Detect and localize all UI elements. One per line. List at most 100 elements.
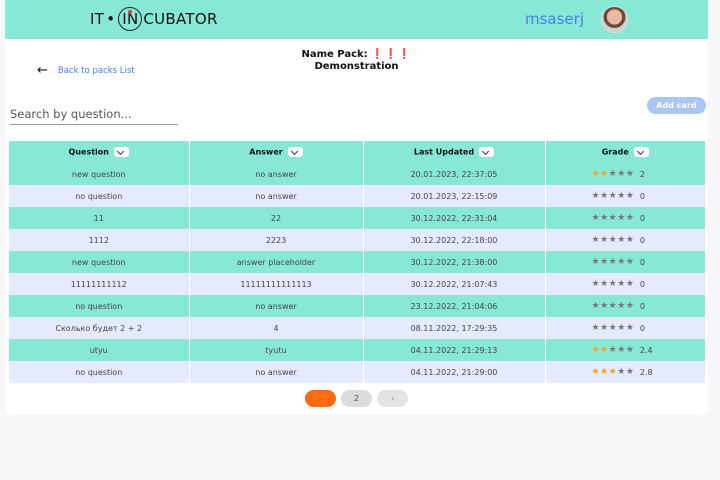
star-icon[interactable]: ★ — [609, 323, 617, 333]
star-icon[interactable]: ★ — [592, 345, 600, 355]
star-icon[interactable]: ★ — [600, 345, 608, 355]
star-icon[interactable]: ★ — [617, 301, 625, 311]
star-icon[interactable]: ★ — [592, 367, 600, 377]
sort-dropdown-icon[interactable] — [633, 147, 649, 157]
star-icon[interactable]: ★ — [617, 191, 625, 201]
star-icon[interactable]: ★ — [617, 169, 625, 179]
star-icon[interactable]: ★ — [626, 213, 634, 223]
star-icon[interactable]: ★ — [600, 191, 608, 201]
table-row[interactable]: utyu tyutu 04.11.2022, 21:29:13 ★ ★ ★ ★ ★ 2.4 — [9, 339, 705, 361]
star-icon[interactable]: ★ — [626, 279, 634, 289]
sort-dropdown-icon[interactable] — [287, 147, 303, 157]
column-header-question[interactable]: Question — [9, 141, 190, 163]
star-icon[interactable]: ★ — [609, 279, 617, 289]
star-icon[interactable]: ★ — [592, 301, 600, 311]
star-icon[interactable]: ★ — [626, 323, 634, 333]
star-icon[interactable]: ★ — [600, 169, 608, 179]
star-icon[interactable]: ★ — [600, 367, 608, 377]
column-header-last-updated[interactable]: Last Updated — [363, 141, 546, 163]
next-page-button[interactable]: › — [377, 390, 408, 407]
user-name[interactable]: msaserj — [525, 10, 584, 28]
table-row[interactable]: Сколько будет 2 + 2 4 08.11.2022, 17:29:35… — [9, 317, 705, 339]
star-icon[interactable]: ★ — [617, 213, 625, 223]
star-icon[interactable]: ★ — [609, 213, 617, 223]
star-icon[interactable]: ★ — [609, 235, 617, 245]
grade-stars[interactable]: ★ ★ ★ ★ ★ — [592, 235, 634, 245]
star-icon[interactable]: ★ — [600, 235, 608, 245]
star-icon[interactable]: ★ — [592, 279, 600, 289]
star-icon[interactable]: ★ — [617, 345, 625, 355]
column-header-label: Question — [68, 147, 109, 157]
star-icon[interactable]: ★ — [609, 169, 617, 179]
column-header-grade[interactable]: Grade — [545, 141, 705, 163]
star-icon[interactable]: ★ — [592, 257, 600, 267]
table-row[interactable]: no question no answer 04.11.2022, 21:29:00… — [9, 361, 705, 383]
star-icon[interactable]: ★ — [609, 301, 617, 311]
star-icon[interactable]: ★ — [626, 169, 634, 179]
grade-stars[interactable]: ★ ★ ★ ★ ★ — [592, 279, 634, 289]
grade-stars[interactable]: ★ ★ ★ ★ ★ — [592, 323, 634, 333]
star-icon[interactable]: ★ — [626, 257, 634, 267]
star-icon[interactable]: ★ — [592, 213, 600, 223]
arrow-left-icon: ← — [37, 63, 48, 78]
it-incubator-logo[interactable]: IT • IN CUBATOR — [90, 7, 218, 31]
cell-question: 1112 — [9, 229, 190, 251]
grade-value: 2 — [639, 169, 645, 179]
grade-stars[interactable]: ★ ★ ★ ★ ★ — [592, 257, 634, 267]
page-1-button[interactable]: 1 — [305, 390, 336, 407]
star-icon[interactable]: ★ — [617, 279, 625, 289]
grade-stars[interactable]: ★ ★ ★ ★ ★ — [592, 191, 634, 201]
cell-grade: ★ ★ ★ ★ ★ 2.8 — [545, 361, 705, 383]
star-icon[interactable]: ★ — [592, 235, 600, 245]
star-icon[interactable]: ★ — [617, 235, 625, 245]
table-row[interactable]: no question no answer 20.01.2023, 22:15:09… — [9, 185, 705, 207]
star-icon[interactable]: ★ — [626, 301, 634, 311]
star-icon[interactable]: ★ — [600, 301, 608, 311]
cell-question: Сколько будет 2 + 2 — [9, 317, 190, 339]
star-icon[interactable]: ★ — [592, 191, 600, 201]
table-row[interactable]: no question no answer 23.12.2022, 21:04:06… — [9, 295, 705, 317]
page-2-button[interactable]: 2 — [341, 390, 372, 407]
grade-stars[interactable]: ★ ★ ★ ★ ★ — [592, 301, 634, 311]
star-icon[interactable]: ★ — [609, 257, 617, 267]
table-row[interactable]: 1112 2223 30.12.2022, 22:18:00 ★ ★ ★ ★ ★ 0 — [9, 229, 705, 251]
star-icon[interactable]: ★ — [626, 345, 634, 355]
table-row[interactable]: new question answer placeholder 30.12.2022… — [9, 251, 705, 273]
star-icon[interactable]: ★ — [626, 367, 634, 377]
search-input[interactable] — [10, 103, 178, 125]
star-icon[interactable]: ★ — [617, 367, 625, 377]
star-icon[interactable]: ★ — [626, 191, 634, 201]
star-icon[interactable]: ★ — [600, 279, 608, 289]
star-icon[interactable]: ★ — [609, 367, 617, 377]
add-card-button[interactable]: Add card — [647, 97, 706, 114]
table-header-row: Question Answer Last Updated Grade — [9, 141, 705, 163]
cards-table: Question Answer Last Updated Grade new q… — [9, 141, 705, 383]
pack-title-exclamations: ❗❗❗ — [371, 49, 412, 60]
grade-value: 0 — [639, 191, 645, 201]
table-row[interactable]: 11111111112 11111111111113 30.12.2022, 21:… — [9, 273, 705, 295]
star-icon[interactable]: ★ — [609, 191, 617, 201]
avatar[interactable] — [601, 6, 628, 33]
star-icon[interactable]: ★ — [617, 323, 625, 333]
grade-stars[interactable]: ★ ★ ★ ★ ★ — [592, 367, 634, 377]
cell-grade: ★ ★ ★ ★ ★ 0 — [545, 273, 705, 295]
star-icon[interactable]: ★ — [609, 345, 617, 355]
grade-stars[interactable]: ★ ★ ★ ★ ★ — [592, 345, 634, 355]
table-row[interactable]: new question no answer 20.01.2023, 22:37:0… — [9, 163, 705, 185]
star-icon[interactable]: ★ — [600, 257, 608, 267]
column-header-answer[interactable]: Answer — [189, 141, 364, 163]
back-to-packs-link[interactable]: ← Back to packs List — [37, 63, 135, 78]
star-icon[interactable]: ★ — [617, 257, 625, 267]
table-row[interactable]: 11 22 30.12.2022, 22:31:04 ★ ★ ★ ★ ★ 0 — [9, 207, 705, 229]
star-icon[interactable]: ★ — [592, 169, 600, 179]
star-icon[interactable]: ★ — [592, 323, 600, 333]
sort-dropdown-icon[interactable] — [113, 147, 129, 157]
star-icon[interactable]: ★ — [600, 213, 608, 223]
grade-value: 0 — [639, 235, 645, 245]
sort-dropdown-icon[interactable] — [479, 147, 495, 157]
grade-stars[interactable]: ★ ★ ★ ★ ★ — [592, 213, 634, 223]
star-icon[interactable]: ★ — [626, 235, 634, 245]
star-icon[interactable]: ★ — [600, 323, 608, 333]
cell-question: no question — [9, 295, 190, 317]
grade-stars[interactable]: ★ ★ ★ ★ ★ — [592, 169, 634, 179]
